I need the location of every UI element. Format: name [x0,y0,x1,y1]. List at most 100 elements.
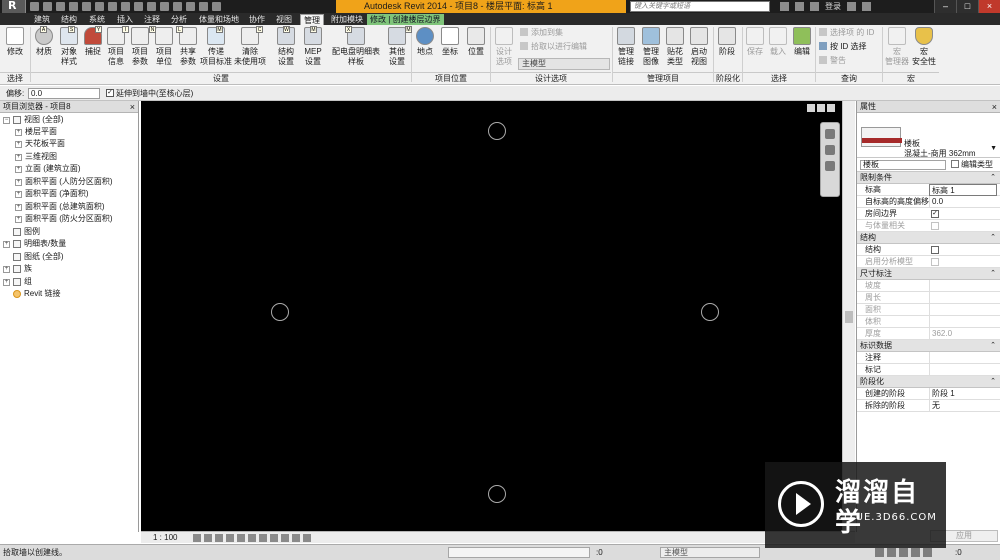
print-icon[interactable] [82,2,91,11]
macro-manager-button[interactable]: 宏 管理器 [884,27,910,67]
tab-structure[interactable]: 结构 [58,14,80,25]
view-minimize-icon[interactable] [807,104,815,112]
category-phasing[interactable]: 阶段化 ⌃ [857,376,1000,388]
instance-filter-select[interactable]: 楼板 [860,160,946,170]
expand-icon[interactable]: + [15,203,22,211]
macro-security-button[interactable]: 宏 安全性 [912,27,936,67]
steering-wheel-icon[interactable] [825,129,835,139]
expand-icon[interactable]: + [15,153,22,161]
tree-item-groups[interactable]: + 组 [3,276,32,288]
tab-modify-create-floor-boundary[interactable]: 修改 | 创建楼层边界 [367,14,444,25]
height-offset-value[interactable]: 0.0 [929,196,997,208]
view-restore-icon[interactable] [817,104,825,112]
collapse-icon[interactable]: ⌃ [990,376,996,388]
zoom-icon[interactable] [825,145,835,155]
collapse-icon[interactable]: ⌃ [990,268,996,280]
elevation-marker-north[interactable] [488,122,506,140]
tab-add-ins[interactable]: 附加模块 [328,14,366,25]
expand-icon[interactable]: + [3,240,10,248]
chevron-left-icon[interactable] [303,534,311,542]
redo-icon[interactable] [69,2,78,11]
expand-icon[interactable]: + [15,190,22,198]
tab-collaborate[interactable]: 协作 [246,14,268,25]
drag-elements-icon[interactable] [923,548,932,557]
drawing-area[interactable] [141,101,842,531]
scrollbar-thumb[interactable] [845,311,853,323]
shadows-icon[interactable] [226,534,234,542]
tree-item-sheets[interactable]: 图纸 (全部) [13,251,64,263]
position-button[interactable]: 位置 [465,27,487,57]
expand-icon[interactable]: + [15,215,22,223]
collapse-icon[interactable]: ⌃ [990,172,996,184]
customize-qat-icon[interactable] [212,2,221,11]
3d-view-icon[interactable] [147,2,156,11]
tab-insert[interactable]: 插入 [114,14,136,25]
reveal-hidden-icon[interactable] [270,534,278,542]
tree-item-elevations[interactable]: + 立面 (建筑立面) [15,163,81,175]
type-selector[interactable]: 楼板 混凝土-商用 362mm ▼ [857,113,1000,158]
detail-level-icon[interactable] [193,534,201,542]
transfer-project-standards-button[interactable]: 传递 项目标准 [200,27,232,67]
highlight-displacement-icon[interactable] [292,534,300,542]
location-button[interactable]: 地点 [414,27,436,57]
measure-icon[interactable] [95,2,104,11]
tree-item-area-plans-net[interactable]: + 面积平面 (净面积) [15,188,89,200]
select-pinned-icon[interactable] [899,548,908,557]
tree-item-floor-plans[interactable]: + 楼层平面 [15,126,57,138]
workset-field[interactable] [448,547,590,558]
expand-icon[interactable]: + [3,265,10,273]
tag-icon[interactable] [121,2,130,11]
save-icon[interactable] [43,2,52,11]
project-units-button[interactable]: 项目 单位 [153,27,175,67]
sun-path-icon[interactable] [215,534,223,542]
tree-item-schedules[interactable]: + 明细表/数量 [3,238,66,250]
tree-item-area-plans-gross[interactable]: + 面积平面 (总建筑面积) [15,201,105,213]
minimize-button[interactable]: – [934,0,956,13]
tab-systems[interactable]: 系统 [86,14,108,25]
project-parameters-button[interactable]: 项目 参数 [129,27,151,67]
category-constraints[interactable]: 限制条件 ⌃ [857,172,1000,184]
show-crop-icon[interactable] [248,534,256,542]
add-to-set-button[interactable]: 添加到集 [520,28,563,38]
application-menu-button[interactable]: R [2,0,26,13]
extend-into-wall-checkbox[interactable]: ✓ [106,89,114,97]
phase-demolished-value[interactable]: 无 [929,400,997,412]
design-options-button[interactable]: 设计 选项 [493,27,515,67]
search-icon[interactable] [780,2,789,11]
expand-icon[interactable]: + [15,178,22,186]
expand-icon[interactable]: + [15,140,22,148]
collapse-icon[interactable]: ⌃ [990,340,996,352]
exchange-icon[interactable] [847,2,856,11]
tab-manage[interactable]: 管理 [300,14,324,25]
edit-type-button[interactable]: 编辑类型 [951,160,993,170]
category-identity-data[interactable]: 标识数据 ⌃ [857,340,1000,352]
help-search-input[interactable]: 键入关键字或短语 [630,1,770,12]
chevron-down-icon[interactable]: ▼ [990,145,997,152]
tree-item-revit-links[interactable]: Revit 链接 [13,288,60,300]
collapse-icon[interactable]: ⌃ [990,232,996,244]
category-structural[interactable]: 结构 ⌃ [857,232,1000,244]
active-design-option-select[interactable]: 主模型 [518,58,610,70]
view-close-icon[interactable] [827,104,835,112]
tree-item-legends[interactable]: 图例 [13,226,40,238]
select-links-icon[interactable] [875,548,884,557]
structural-settings-button[interactable]: 结构 设置 [275,27,297,67]
mark-value[interactable] [929,364,997,376]
tree-item-3d-views[interactable]: + 三维视图 [15,151,57,163]
close-button[interactable]: × [978,0,1000,13]
coordinates-button[interactable]: 坐标 [439,27,461,57]
select-by-id-button[interactable]: 按 ID 选择 [819,42,866,52]
close-icon[interactable]: × [992,101,997,113]
offset-input[interactable]: 0.0 [28,88,100,99]
modify-button[interactable]: 修改 [4,27,26,57]
dimension-icon[interactable] [108,2,117,11]
section-icon[interactable] [160,2,169,11]
expand-icon[interactable]: + [3,278,10,286]
mep-settings-button[interactable]: MEP 设置 [300,27,326,67]
load-selection-button[interactable]: 载入 [768,27,788,57]
manage-images-button[interactable]: 管理 图像 [640,27,662,67]
manage-links-button[interactable]: 管理 链接 [615,27,637,67]
analytical-model-icon[interactable] [281,534,289,542]
purge-unused-button[interactable]: 清除 未使用项 [233,27,267,67]
visual-style-icon[interactable] [204,534,212,542]
